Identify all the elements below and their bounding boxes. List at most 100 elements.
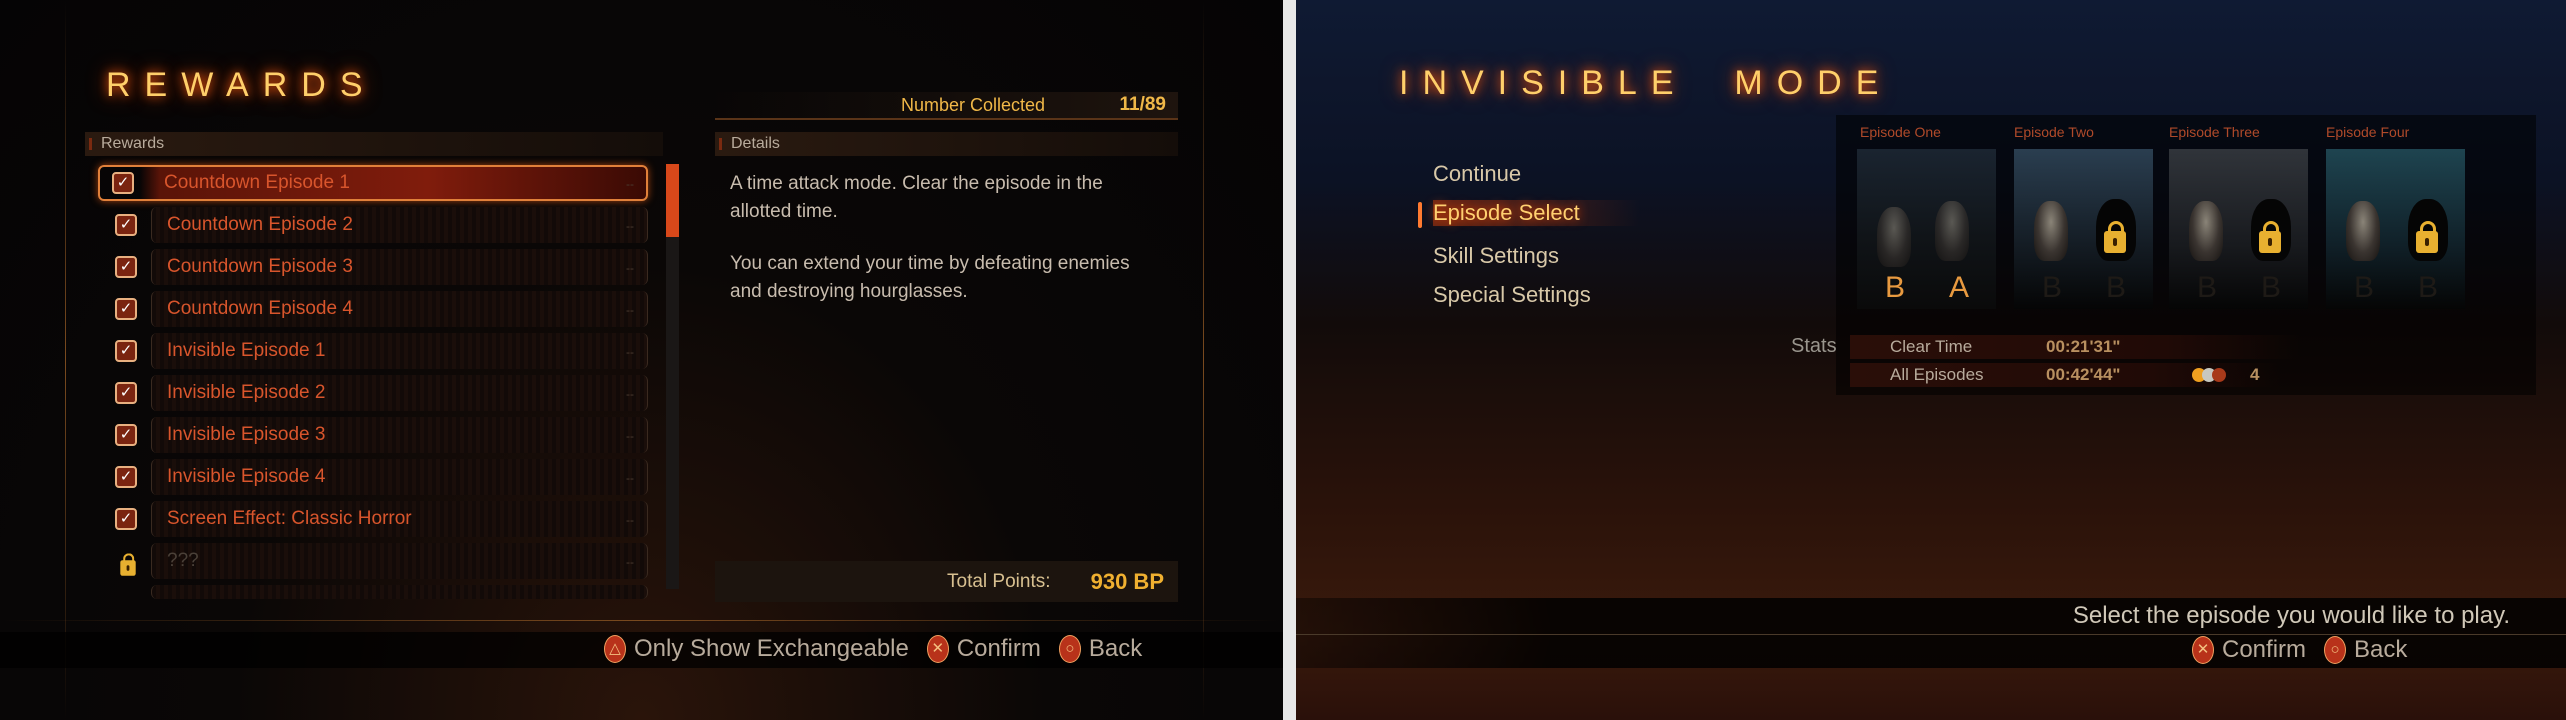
rank-letter: B — [2418, 271, 2439, 304]
rank-letter: B — [2197, 271, 2218, 304]
button-label: Back — [2354, 636, 2408, 663]
reward-cost: -- — [626, 261, 634, 275]
menu-item-skill-settings[interactable]: Skill Settings — [1433, 243, 1559, 269]
stats-label: Stats — [1791, 335, 1837, 357]
reward-cost: -- — [626, 345, 634, 359]
back-button[interactable]: ○ Back — [2324, 636, 2425, 664]
rank-letter: B — [2106, 271, 2127, 304]
reward-item-label: Countdown Episode 1 — [164, 172, 350, 193]
help-bar: Select the episode you would like to pla… — [1296, 598, 2566, 668]
total-points-label: Total Points: — [947, 571, 1051, 592]
rank-letter: B — [2261, 271, 2282, 304]
reward-cost: -- — [626, 303, 634, 317]
reward-item[interactable]: ✓ Invisible Episode 4 -- — [101, 459, 648, 495]
confirm-button[interactable]: ✕ Confirm — [2192, 636, 2324, 664]
reward-item-label: Invisible Episode 4 — [167, 466, 326, 487]
reward-cost: -- — [626, 177, 634, 191]
reward-cost: -- — [626, 471, 634, 485]
reward-item-label: Screen Effect: Classic Horror — [167, 508, 412, 529]
checkbox-checked-icon: ✓ — [115, 256, 137, 278]
number-collected-bar: Number Collected 11/89 — [715, 92, 1178, 120]
checkbox-checked-icon: ✓ — [115, 298, 137, 320]
lock-icon — [2416, 221, 2438, 253]
cross-button-icon: ✕ — [2192, 636, 2214, 664]
button-label: Confirm — [2222, 636, 2307, 663]
episode-label: Episode Four — [2326, 124, 2410, 140]
reward-item[interactable]: ✓ Invisible Episode 3 -- — [101, 417, 648, 453]
reward-item[interactable]: ✓ Invisible Episode 2 -- — [101, 375, 648, 411]
reward-item-label: ??? — [167, 550, 199, 571]
stat-value: 00:42'44" — [2046, 365, 2121, 384]
stat-label: Clear Time — [1890, 337, 1973, 356]
button-label: Back — [1088, 635, 1143, 662]
reward-item-label: Countdown Episode 4 — [167, 298, 353, 319]
reward-cost: -- — [626, 429, 634, 443]
menu-item-episode-select[interactable]: Episode Select — [1433, 200, 1640, 226]
menu-item-continue[interactable]: Continue — [1433, 161, 1521, 187]
invisible-mode-screen: INVISIBLE MODE Continue Episode Select S… — [1296, 0, 2566, 720]
reward-item[interactable]: ✓ Countdown Episode 1 -- — [98, 165, 648, 201]
lock-icon — [2104, 221, 2126, 253]
details-paragraph: You can extend your time by defeating en… — [730, 253, 1130, 302]
rewards-screen: REWARDS Number Collected 11/89 Rewards D… — [0, 0, 1283, 720]
checkbox-checked-icon: ✓ — [115, 466, 137, 488]
only-show-exchangeable-button[interactable]: △ Only Show Exchangeable — [604, 635, 927, 663]
reward-item[interactable]: ✓ Countdown Episode 4 -- — [101, 291, 648, 327]
menu-item-special-settings[interactable]: Special Settings — [1433, 282, 1591, 308]
scrollbar-thumb[interactable] — [666, 164, 679, 237]
reward-item-label: Invisible Episode 3 — [167, 424, 326, 445]
list-scrollbar[interactable] — [666, 164, 679, 589]
number-collected-label: Number Collected — [901, 95, 1046, 115]
reward-cost: -- — [626, 555, 634, 569]
confirm-button[interactable]: ✕ Confirm — [926, 635, 1059, 663]
frame-line — [65, 0, 66, 720]
rank-letter: B — [2354, 271, 2375, 304]
reward-item[interactable]: ✓ Countdown Episode 3 -- — [101, 249, 648, 285]
total-points-bar: Total Points: 930 BP — [715, 561, 1178, 602]
button-label: Only Show Exchangeable — [634, 635, 909, 662]
circle-button-icon: ○ — [2324, 636, 2347, 664]
details-paragraph: A time attack mode. Clear the episode in… — [730, 173, 1103, 222]
reward-item-partial — [101, 585, 648, 599]
cross-button-icon: ✕ — [926, 635, 949, 663]
checkbox-checked-icon: ✓ — [115, 424, 137, 446]
episode-label: Episode Two — [2014, 124, 2094, 140]
rewards-list-header: Rewards — [85, 132, 663, 156]
back-button[interactable]: ○ Back — [1058, 635, 1160, 663]
details-text: A time attack mode. Clear the episode in… — [730, 170, 1160, 306]
button-prompt-bar: △ Only Show Exchangeable ✕ Confirm ○ Back — [0, 632, 1283, 668]
reward-cost: -- — [626, 219, 634, 233]
reward-item-label: Invisible Episode 1 — [167, 340, 326, 361]
number-collected-value: 11/89 — [1119, 94, 1167, 115]
selection-marker — [1418, 202, 1422, 228]
reward-cost: -- — [626, 513, 634, 527]
episode-thumbnail: B B — [2169, 149, 2308, 309]
rank-letter: B — [2042, 271, 2063, 304]
reward-item[interactable]: ✓ Countdown Episode 2 -- — [101, 207, 648, 243]
episode-thumbnail: B A — [1857, 149, 1996, 309]
stats-row: All Episodes 00:42'44" 4 — [1850, 363, 2280, 387]
reward-item[interactable]: ??? -- — [101, 543, 648, 579]
reward-item-label: Countdown Episode 3 — [167, 256, 353, 277]
reward-item-label: Invisible Episode 2 — [167, 382, 326, 403]
details-header: Details — [715, 132, 1178, 156]
rank-letter: A — [1949, 271, 1970, 304]
reward-item[interactable]: ✓ Invisible Episode 1 -- — [101, 333, 648, 369]
episode-label: Episode One — [1860, 124, 1941, 140]
frame-line — [1203, 0, 1204, 720]
medal-count: 4 — [2250, 365, 2260, 384]
checkbox-checked-icon: ✓ — [115, 340, 137, 362]
checkbox-checked-icon: ✓ — [115, 508, 137, 530]
page-title: INVISIBLE MODE — [1399, 64, 1893, 102]
lock-icon — [117, 551, 136, 576]
reward-item-label: Countdown Episode 2 — [167, 214, 353, 235]
button-label: Confirm — [956, 635, 1041, 662]
total-points-value: 930 BP — [1090, 569, 1164, 594]
triangle-button-icon: △ — [604, 635, 626, 663]
checkbox-checked-icon: ✓ — [112, 172, 134, 194]
circle-button-icon: ○ — [1058, 635, 1081, 663]
episode-thumbnail: B B — [2326, 149, 2465, 309]
reward-item[interactable]: ✓ Screen Effect: Classic Horror -- — [101, 501, 648, 537]
episode-thumbnail: B B — [2014, 149, 2153, 309]
stat-value: 00:21'31" — [2046, 337, 2121, 356]
